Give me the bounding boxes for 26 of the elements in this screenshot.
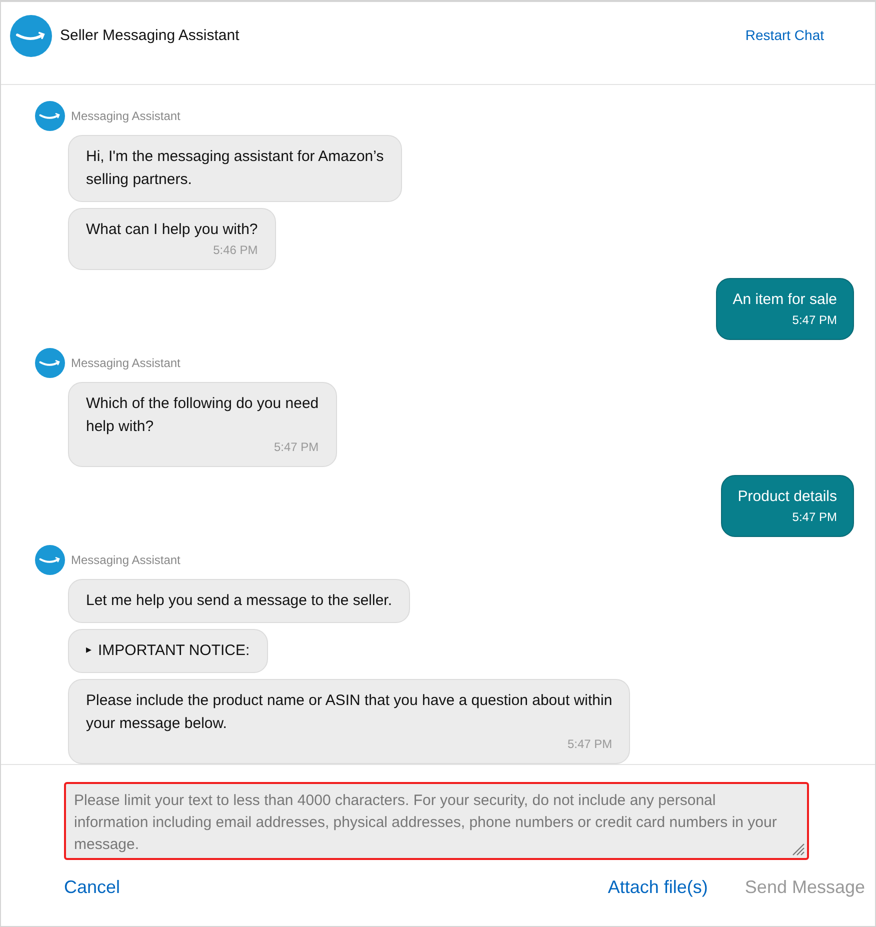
message-time: 5:47 PM: [274, 439, 319, 456]
message-input[interactable]: Please limit your text to less than 4000 characters. For your security, do not include any personal information including email addresses, physical addresses, phone numbers or credit card numbers in your message.: [64, 782, 809, 860]
assistant-message-bubble: What can I help you with? 5:46 PM: [68, 208, 276, 270]
message-time: 5:47 PM: [792, 312, 837, 330]
sender-name: Messaging Assistant: [71, 109, 180, 124]
assistant-message-bubble: Which of the following do you need help with? 5:47 PM: [68, 382, 337, 468]
resize-grip-icon: [791, 842, 805, 856]
notice-toggle[interactable]: ▸ IMPORTANT NOTICE:: [68, 629, 268, 674]
message-time: 5:47 PM: [792, 509, 837, 526]
restart-chat-link[interactable]: Restart Chat: [745, 27, 824, 44]
assistant-avatar-icon: [35, 545, 65, 576]
message-time: 5:47 PM: [567, 736, 612, 754]
assistant-logo-icon: [10, 15, 52, 58]
sender-name: Messaging Assistant: [71, 553, 180, 568]
cancel-button[interactable]: Cancel: [64, 877, 120, 898]
sender-name: Messaging Assistant: [71, 356, 180, 370]
assistant-avatar-icon: [35, 348, 65, 378]
assistant-avatar-icon: [35, 101, 65, 132]
user-message-bubble: An item for sale 5:47 PM: [716, 278, 854, 340]
chat-title: Seller Messaging Assistant: [60, 26, 240, 46]
attach-files-button[interactable]: Attach file(s): [608, 877, 708, 898]
message-time: 5:46 PM: [213, 242, 258, 260]
assistant-message-bubble: Please include the product name or ASIN that you have a question about within your message below. 5:47 PM: [68, 679, 630, 764]
assistant-message-bubble: Hi, I'm the messaging assistant for Amazon’s selling partners.: [68, 135, 402, 202]
user-message-bubble: Product details 5:47 PM: [720, 475, 854, 538]
assistant-message-bubble: Let me help you send a message to the seller.: [68, 579, 410, 624]
